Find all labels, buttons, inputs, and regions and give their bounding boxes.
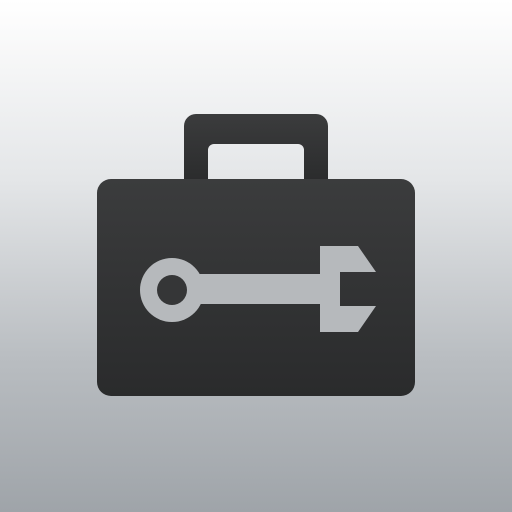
toolbox-icon <box>97 114 415 396</box>
toolbox-handle <box>184 114 328 184</box>
wrench-shaft <box>185 274 325 304</box>
wrench-hole <box>157 275 187 305</box>
toolbox-app-icon <box>0 0 512 512</box>
